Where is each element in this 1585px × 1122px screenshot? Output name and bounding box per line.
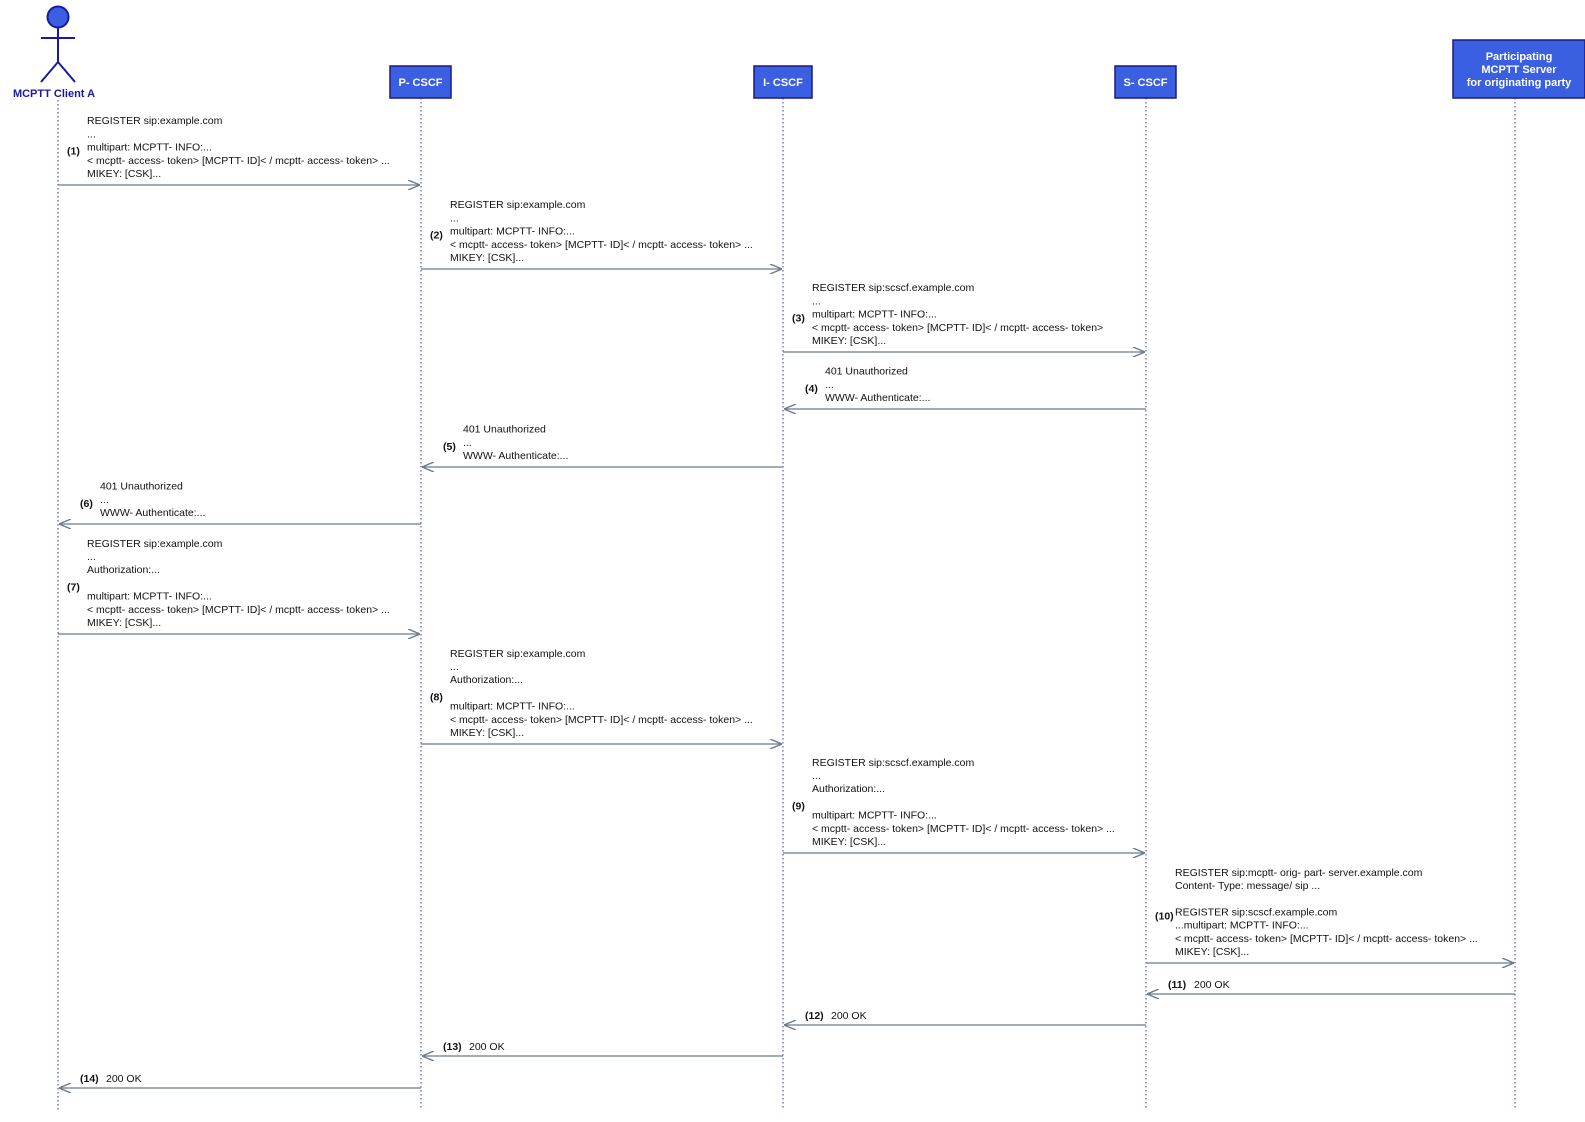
message-line: ...multipart: MCPTT- INFO:... [1175,920,1309,932]
participant-label: P- CSCF [399,77,443,89]
message-line: MIKEY: [CSK]... [812,836,886,848]
message-number: (6) [80,498,93,510]
message-line: multipart: MCPTT- INFO:... [87,591,212,603]
message-line: REGISTER sip:example.com [87,538,223,550]
participant-pcscf: P- CSCF [389,65,452,99]
actor-body-icon [40,28,76,83]
message-number: (9) [792,800,805,812]
message-line: 401 Unauthorized [100,481,183,493]
message-number: (10) [1155,910,1174,922]
actor-head-icon [46,5,70,29]
message-line: ... [812,295,821,307]
participant-label: S- CSCF [1124,77,1168,89]
message-line: REGISTER sip:scscf.example.com [812,282,974,294]
message-line: MIKEY: [CSK]... [812,335,886,347]
message-line: REGISTER sip:scscf.example.com [812,757,974,769]
participant-label-line: MCPTT Server [1481,64,1557,76]
message-line: ... [87,551,96,563]
message-11: (11) 200 OK [1147,979,1515,994]
message-4: 401 Unauthorized...WWW- Authenticate:...… [784,366,1146,409]
message-number: (7) [67,581,80,593]
message-line: < mcptt- access- token> [MCPTT- ID]< / m… [87,604,390,616]
message-line: 401 Unauthorized [825,366,908,378]
message-line: < mcptt- access- token> [MCPTT- ID]< / m… [812,823,1115,835]
message-line: multipart: MCPTT- INFO:... [812,309,937,321]
message-line: ... [825,379,834,391]
message-line: REGISTER sip:mcptt- orig- part- server.e… [1175,867,1423,879]
message-number: (14) [80,1073,99,1085]
message-line: ... [812,770,821,782]
message-line: multipart: MCPTT- INFO:... [450,226,575,238]
message-3: REGISTER sip:scscf.example.com... multip… [783,282,1145,352]
message-number: (1) [67,146,80,158]
participant-server: ParticipatingMCPTT Serverfor originating… [1452,39,1585,99]
message-line: REGISTER sip:example.com [450,648,586,660]
message-line: MIKEY: [CSK]... [450,252,524,264]
message-label: 200 OK [469,1041,505,1053]
message-13: (13) 200 OK [422,1041,783,1056]
message-line: WWW- Authenticate:... [825,392,930,404]
message-line: < mcptt- access- token> [MCPTT- ID]< / m… [1175,933,1478,945]
message-number: (13) [443,1041,462,1053]
message-number: (4) [805,383,818,395]
message-line: REGISTER sip:example.com [450,199,586,211]
actor-client: MCPTT Client A [13,5,95,100]
sequence-diagram: MCPTT Client A P- CSCF I- CSCF S- CSCF Parti… [13,5,1585,1110]
message-10: REGISTER sip:mcptt- orig- part- server.e… [1146,867,1514,963]
message-number: (8) [430,691,443,703]
message-2: REGISTER sip:example.com... multipart: M… [421,199,782,269]
message-line: Authorization:... [450,674,523,686]
message-line: Content- Type: message/ sip ... [1175,880,1320,892]
message-1: REGISTER sip:example.com... multipart: M… [58,115,420,185]
message-line: multipart: MCPTT- INFO:... [87,142,212,154]
message-7: REGISTER sip:example.com...Authorization… [58,538,420,634]
message-line: ... [463,437,472,449]
message-8: REGISTER sip:example.com...Authorization… [421,648,782,744]
message-line: multipart: MCPTT- INFO:... [450,701,575,713]
message-number: (11) [1168,979,1186,991]
message-9: REGISTER sip:scscf.example.com...Authori… [783,757,1145,853]
message-line: ... [450,212,459,224]
message-line: REGISTER sip:scscf.example.com [1175,906,1337,918]
message-number: (2) [430,230,443,242]
message-5: 401 Unauthorized...WWW- Authenticate:...… [422,424,783,467]
message-label: 200 OK [106,1073,142,1085]
message-line: MIKEY: [CSK]... [87,617,161,629]
message-12: (12) 200 OK [784,1010,1146,1025]
message-line: MIKEY: [CSK]... [1175,946,1249,958]
message-6: 401 Unauthorized...WWW- Authenticate:...… [59,481,421,524]
messages: REGISTER sip:example.com... multipart: M… [58,115,1515,1088]
participant-label-line: Participating [1486,51,1553,63]
message-line: < mcptt- access- token> [MCPTT- ID]< / m… [812,322,1103,334]
message-line: < mcptt- access- token> [MCPTT- ID]< / m… [450,714,753,726]
message-line: MIKEY: [CSK]... [87,168,161,180]
message-line: Authorization:... [87,564,160,576]
message-line: ... [87,128,96,140]
message-number: (12) [805,1010,824,1022]
message-number: (3) [792,313,805,325]
participant-label: I- CSCF [763,77,803,89]
message-line: < mcptt- access- token> [MCPTT- ID]< / m… [450,239,753,251]
participant-label: MCPTT Client A [13,88,95,100]
participant-label-line: for originating party [1467,77,1572,89]
message-line: multipart: MCPTT- INFO:... [812,810,937,822]
message-line: 401 Unauthorized [463,424,546,436]
message-line: Authorization:... [812,783,885,795]
message-line: MIKEY: [CSK]... [450,727,524,739]
participants: MCPTT Client A P- CSCF I- CSCF S- CSCF Parti… [13,5,1585,100]
participant-icscf: I- CSCF [753,65,813,99]
message-line: < mcptt- access- token> [MCPTT- ID]< / m… [87,155,390,167]
message-line: ... [100,494,109,506]
message-line: ... [450,661,459,673]
message-14: (14) 200 OK [59,1073,421,1088]
message-label: 200 OK [1194,979,1230,991]
message-line: WWW- Authenticate:... [463,450,568,462]
message-line: WWW- Authenticate:... [100,507,205,519]
message-label: 200 OK [831,1010,867,1022]
message-line: REGISTER sip:example.com [87,115,223,127]
participant-scscf: S- CSCF [1114,65,1177,99]
message-number: (5) [443,441,456,453]
